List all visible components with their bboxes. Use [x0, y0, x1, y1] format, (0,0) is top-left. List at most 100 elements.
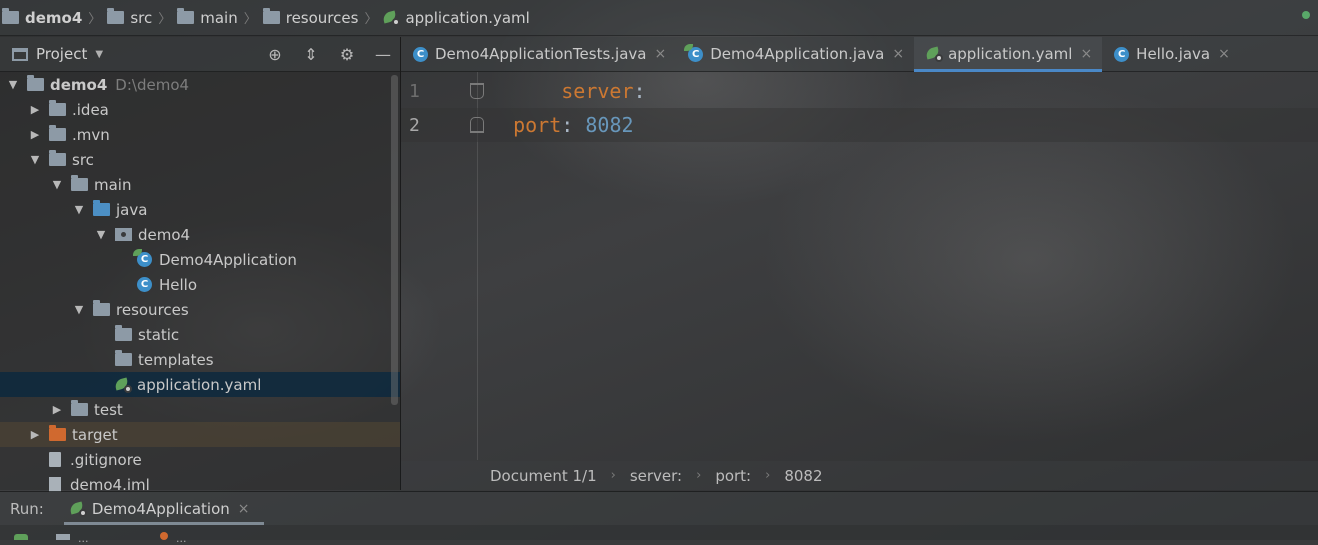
tree-item-java[interactable]: ▼ java: [0, 197, 400, 222]
folder-icon: [107, 8, 125, 24]
expand-arrow-down-icon[interactable]: ▼: [73, 303, 85, 316]
close-icon[interactable]: ×: [238, 501, 250, 517]
class-icon: C: [1114, 46, 1130, 62]
run-configuration-tab[interactable]: Demo4Application ×: [63, 492, 264, 525]
rerun-icon[interactable]: [14, 534, 28, 540]
expand-arrow-right-icon[interactable]: ▶: [29, 428, 41, 441]
tree-item-label: .gitignore: [70, 450, 142, 469]
expand-arrow-down-icon[interactable]: ▼: [51, 178, 63, 191]
chevron-right-icon: ›: [610, 468, 616, 483]
structure-crumb-value[interactable]: 8082: [784, 467, 822, 485]
expand-arrow-down-icon[interactable]: ▼: [73, 203, 85, 216]
excluded-folder-icon: [49, 425, 66, 441]
yaml-colon: :: [561, 113, 574, 137]
chevron-right-icon: ›: [765, 468, 771, 483]
breadcrumb-item-application-yaml[interactable]: application.yaml: [381, 0, 533, 36]
navigation-breadcrumb: demo4 〉 src 〉 main 〉 resources 〉 applica…: [0, 0, 1318, 36]
tree-item-static[interactable]: ▶static: [0, 322, 400, 347]
tree-item-templates[interactable]: ▶templates: [0, 347, 400, 372]
breadcrumb-item-resources[interactable]: resources 〉: [261, 0, 382, 36]
project-view-selector[interactable]: Project: [36, 45, 87, 63]
editor-tab-application-yaml[interactable]: application.yaml ×: [914, 37, 1103, 72]
ignore-file-icon: [49, 452, 61, 467]
tree-item-idea[interactable]: ▶ .idea: [0, 97, 400, 122]
code-editor[interactable]: 1 server: 2 port: 8082: [401, 72, 1318, 460]
chevron-down-icon[interactable]: ▼: [95, 49, 103, 60]
structure-crumb-server[interactable]: server:: [630, 467, 682, 485]
breadcrumb-item-src[interactable]: src 〉: [105, 0, 175, 36]
folder-icon: [115, 325, 132, 341]
spring-yaml-icon: [926, 47, 944, 62]
tree-item-label: application.yaml: [137, 375, 262, 394]
tree-item-application-yaml[interactable]: ▶application.yaml: [0, 372, 400, 397]
expand-arrow-right-icon[interactable]: ▶: [29, 103, 41, 116]
spring-yaml-icon: [383, 11, 401, 26]
tree-item-main[interactable]: ▼ main: [0, 172, 400, 197]
tree-item-label: test: [94, 400, 123, 419]
tree-item-demo4application[interactable]: ▶CDemo4Application: [0, 247, 400, 272]
gear-icon[interactable]: ⚙: [338, 45, 356, 64]
expand-arrow-down-icon[interactable]: ▼: [7, 78, 19, 91]
spring-class-icon: C: [133, 249, 152, 267]
tree-item-gitignore[interactable]: ▶.gitignore: [0, 447, 400, 472]
breadcrumb-item-demo4[interactable]: demo4 〉: [0, 0, 105, 36]
console-tab-partial[interactable]: ...: [78, 533, 89, 544]
class-icon: C: [413, 46, 428, 62]
project-tree-scrollbar[interactable]: [391, 75, 398, 405]
minimize-icon[interactable]: —: [374, 45, 392, 64]
tree-item-hello[interactable]: ▶CHello: [0, 272, 400, 297]
tree-item-label: java: [116, 200, 148, 219]
tree-item-label: resources: [116, 300, 189, 319]
source-folder-icon: [93, 200, 110, 216]
class-icon: C: [137, 277, 152, 292]
tree-item-label: main: [94, 175, 132, 194]
tree-item-demo4[interactable]: ▼ demo4: [0, 222, 400, 247]
folder-icon: [71, 400, 88, 416]
fold-marker-icon[interactable]: [470, 117, 484, 133]
folder-icon: [115, 350, 132, 366]
close-icon[interactable]: ×: [1218, 46, 1230, 62]
editor-tab-hello-java[interactable]: C Hello.java ×: [1102, 37, 1240, 71]
close-icon[interactable]: ×: [892, 46, 904, 62]
tree-item-demo4[interactable]: ▼ demo4 D:\demo4: [0, 72, 400, 97]
tree-item-test[interactable]: ▶ test: [0, 397, 400, 422]
breadcrumb-item-main[interactable]: main 〉: [175, 0, 261, 36]
spring-yaml-icon: [115, 378, 132, 393]
tree-item-label: Demo4Application: [159, 250, 297, 269]
module-folder-icon: [2, 8, 19, 24]
close-icon[interactable]: ×: [654, 46, 666, 62]
editor-structure-breadcrumb: Document 1/1 › server: › port: › 8082: [401, 461, 1318, 490]
module-folder-icon: [27, 75, 44, 91]
code-line-2[interactable]: 2 port: 8082: [401, 108, 1318, 142]
tree-item-label: demo4: [50, 75, 108, 94]
collapse-all-icon[interactable]: ⇕: [302, 45, 320, 64]
tree-item-mvn[interactable]: ▶ .mvn: [0, 122, 400, 147]
expand-arrow-down-icon[interactable]: ▼: [95, 228, 107, 241]
yaml-key: port: [513, 113, 562, 137]
endpoints-icon[interactable]: [160, 532, 168, 540]
run-tool-window-bar: Run: Demo4Application ×: [0, 491, 1318, 525]
run-tab-label: Demo4Application: [91, 499, 230, 518]
tree-item-label: src: [72, 150, 94, 169]
tree-item-resources[interactable]: ▼ resources: [0, 297, 400, 322]
spring-class-icon: C: [684, 43, 704, 62]
fold-marker-icon[interactable]: [470, 83, 484, 99]
document-indicator[interactable]: Document 1/1: [490, 467, 597, 485]
project-window-icon: [12, 47, 28, 61]
folder-icon: [49, 100, 66, 116]
locate-icon[interactable]: ⊕: [266, 45, 284, 64]
expand-arrow-right-icon[interactable]: ▶: [29, 128, 41, 141]
chevron-right-icon: 〉: [88, 12, 102, 27]
expand-arrow-down-icon[interactable]: ▼: [29, 153, 41, 166]
tree-item-label: .idea: [72, 100, 109, 119]
editor-tab-demo4application-java[interactable]: C Demo4Application.java ×: [676, 37, 914, 71]
expand-arrow-right-icon[interactable]: ▶: [51, 403, 63, 416]
endpoints-tab-partial[interactable]: ...: [176, 533, 187, 544]
code-line-1[interactable]: 1 server:: [401, 74, 1318, 108]
console-icon[interactable]: [56, 534, 70, 540]
editor-tab-label: Demo4Application.java: [710, 45, 885, 63]
close-icon[interactable]: ×: [1080, 46, 1092, 62]
structure-crumb-port[interactable]: port:: [715, 467, 751, 485]
tree-item-src[interactable]: ▼ src: [0, 147, 400, 172]
tree-item-target[interactable]: ▶ target: [0, 422, 400, 447]
